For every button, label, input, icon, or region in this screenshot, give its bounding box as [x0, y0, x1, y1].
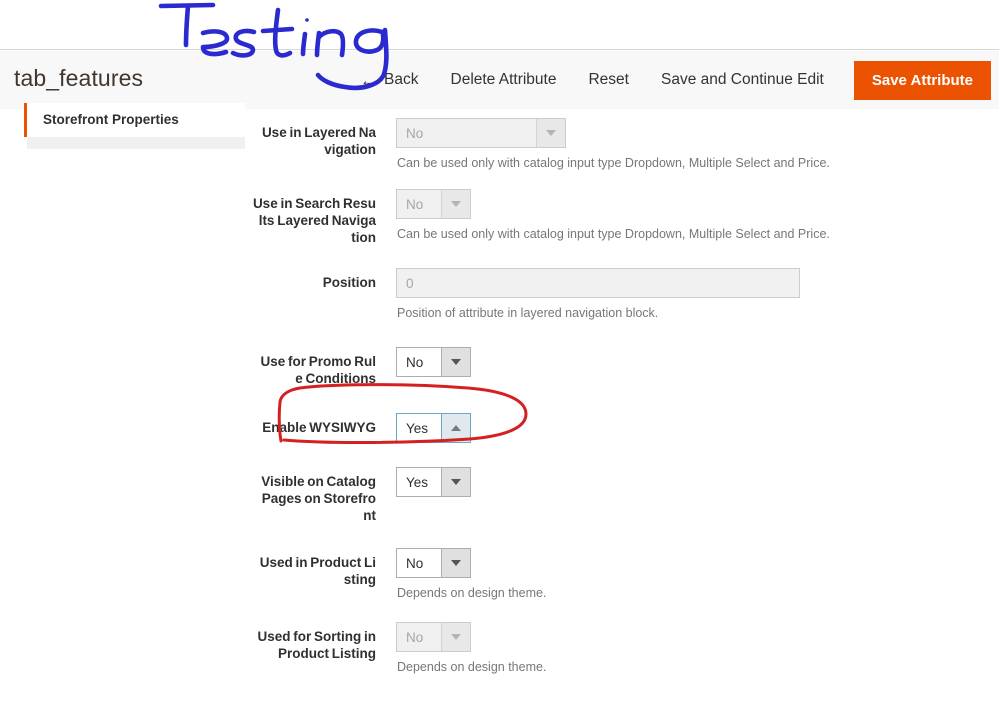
field-control: No Can be used only with catalog input t… — [396, 189, 999, 242]
use-in-search-results-layered-navigation-select[interactable]: No — [396, 189, 471, 219]
field-position: Position Position of attribute in layere… — [0, 268, 999, 321]
field-label: Position — [322, 275, 376, 290]
field-control: No Depends on design theme. — [396, 548, 999, 601]
chevron-down-icon[interactable] — [441, 549, 470, 577]
field-hint: Position of attribute in layered navigat… — [397, 306, 659, 320]
select-value: Yes — [406, 420, 429, 436]
top-band — [0, 0, 999, 50]
field-control: No Depends on design theme. — [396, 622, 999, 675]
field-visible-on-catalog-pages-on-storefront: Visible on Catalog Pages on Storefro nt … — [0, 467, 999, 524]
field-control: No Can be used only with catalog input t… — [396, 118, 999, 171]
field-hint: Can be used only with catalog input type… — [397, 227, 830, 241]
chevron-down-icon[interactable] — [441, 468, 470, 496]
save-and-continue-edit-button[interactable]: Save and Continue Edit — [645, 63, 840, 97]
visible-on-catalog-pages-select[interactable]: Yes — [396, 467, 471, 497]
position-input[interactable] — [396, 268, 800, 298]
chevron-down-icon[interactable] — [441, 623, 470, 651]
field-hint: Can be used only with catalog input type… — [397, 156, 830, 170]
field-label: Use for Promo Rul e Conditions — [260, 354, 376, 386]
enable-wysiwyg-select[interactable]: Yes — [396, 413, 471, 443]
used-for-sorting-in-product-listing-select[interactable]: No — [396, 622, 471, 652]
header-actions: ← Back Delete Attribute Reset Save and C… — [350, 51, 991, 109]
field-control: Yes — [396, 413, 999, 443]
field-control: Yes — [396, 467, 999, 497]
back-button-label: Back — [384, 71, 419, 88]
use-in-layered-navigation-select[interactable]: No — [396, 118, 566, 148]
used-in-product-listing-select[interactable]: No — [396, 548, 471, 578]
reset-button[interactable]: Reset — [572, 63, 645, 97]
arrow-left-icon: ← — [360, 70, 378, 90]
field-control: No — [396, 347, 999, 377]
page-header: tab_features ← Back Delete Attribute Res… — [0, 51, 999, 109]
select-value: No — [406, 555, 424, 571]
use-for-promo-rule-conditions-select[interactable]: No — [396, 347, 471, 377]
field-used-in-product-listing: Used in Product Li sting No Depends on d… — [0, 548, 999, 601]
select-value: No — [406, 196, 424, 212]
app-root: tab_features ← Back Delete Attribute Res… — [0, 0, 999, 719]
field-control: Position of attribute in layered navigat… — [396, 268, 999, 321]
field-label: Use in Search Resu lts Layered Naviga ti… — [252, 196, 376, 245]
field-label: Used in Product Li sting — [259, 555, 376, 587]
field-label: Used for Sorting in Product Listing — [257, 629, 377, 661]
field-hint: Depends on design theme. — [397, 586, 547, 600]
field-label: Visible on Catalog Pages on Storefro nt — [261, 474, 376, 523]
select-value: No — [406, 354, 424, 370]
chevron-up-icon[interactable] — [441, 414, 470, 442]
back-button[interactable]: ← Back — [350, 63, 434, 97]
select-value: No — [406, 629, 424, 645]
select-value: No — [406, 125, 424, 141]
field-use-in-layered-navigation: Use in Layered Na vigation No Can be use… — [0, 118, 999, 171]
chevron-down-icon[interactable] — [536, 119, 565, 147]
field-use-in-search-results-layered-navigation: Use in Search Resu lts Layered Naviga ti… — [0, 189, 999, 246]
storefront-properties-form: Use in Layered Na vigation No Can be use… — [0, 109, 999, 675]
field-label: Use in Layered Na vigation — [261, 125, 376, 157]
field-label: Enable WYSIWYG — [262, 420, 376, 435]
page-title: tab_features — [14, 65, 144, 91]
delete-attribute-button[interactable]: Delete Attribute — [435, 63, 573, 97]
field-use-for-promo-rule-conditions: Use for Promo Rul e Conditions No — [0, 347, 999, 387]
field-hint: Depends on design theme. — [397, 660, 547, 674]
chevron-down-icon[interactable] — [441, 190, 470, 218]
field-enable-wysiwyg: Enable WYSIWYG Yes — [0, 413, 999, 443]
field-used-for-sorting-in-product-listing: Used for Sorting in Product Listing No D… — [0, 622, 999, 675]
save-attribute-button[interactable]: Save Attribute — [853, 60, 991, 100]
chevron-down-icon[interactable] — [441, 348, 470, 376]
select-value: Yes — [406, 474, 429, 490]
